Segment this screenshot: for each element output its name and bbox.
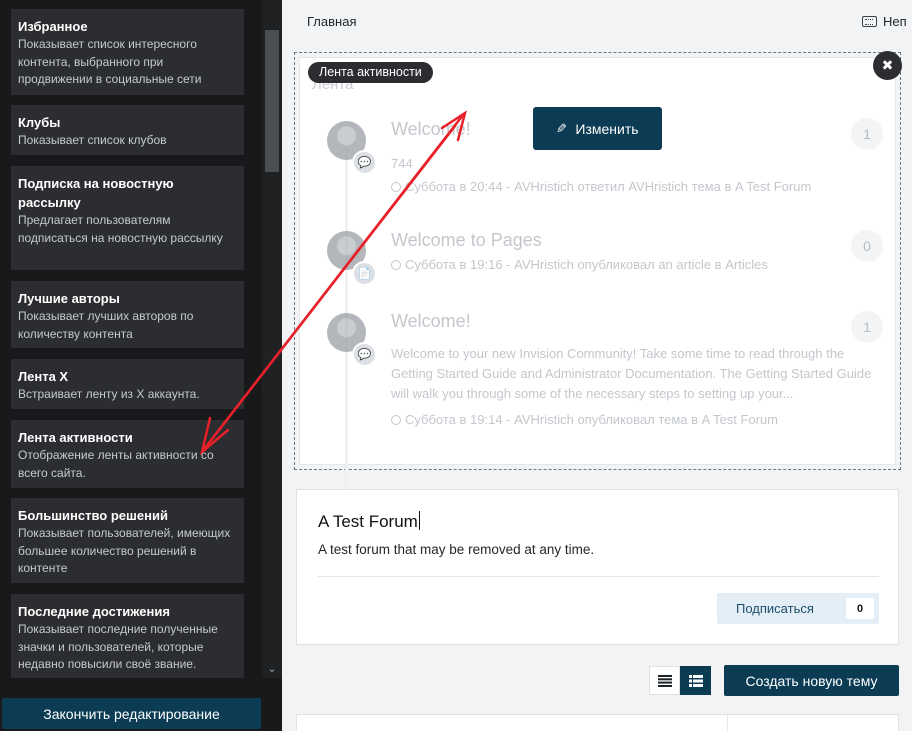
follower-count: 0 bbox=[846, 598, 874, 619]
forum-description: A test forum that may be removed at any … bbox=[318, 542, 595, 557]
block-desc: Показывает лучших авторов по количеству … bbox=[18, 309, 194, 341]
block-desc: Показывает список интересного контента, … bbox=[18, 37, 202, 86]
keyboard-icon bbox=[862, 16, 877, 27]
block-title: Подписка на новостную рассылку bbox=[18, 176, 174, 210]
feed-item-meta-text: Суббота в 19:14 - AVHristich опубликовал… bbox=[405, 412, 779, 427]
unread-link[interactable]: Неп bbox=[862, 14, 907, 29]
block-item-featured[interactable]: Избранное Показывает список интересного … bbox=[11, 9, 244, 95]
block-desc: Отображение ленты активности со всего са… bbox=[18, 448, 214, 480]
block-list: Избранное Показывает список интересного … bbox=[0, 0, 262, 678]
block-item-clubs[interactable]: Клубы Показывает список клубов bbox=[11, 105, 244, 155]
reply-count: 1 bbox=[851, 118, 883, 150]
list-view-icon[interactable] bbox=[649, 666, 680, 695]
clock-icon bbox=[391, 260, 401, 270]
table-view-icon[interactable] bbox=[680, 666, 711, 695]
feed-item-body: Welcome to your new Invision Community! … bbox=[391, 346, 872, 401]
block-title: Последние достижения bbox=[18, 604, 170, 619]
divider bbox=[318, 576, 879, 577]
finish-editing-button[interactable]: Закончить редактирование bbox=[2, 698, 261, 729]
forum-title-wrap[interactable]: A Test Forum bbox=[318, 511, 420, 532]
divider bbox=[727, 715, 728, 731]
block-desc: Встраивает ленту из X аккаунта. bbox=[18, 387, 200, 401]
block-title: Лучшие авторы bbox=[18, 291, 120, 306]
sidebar-scrollbar[interactable]: ⌄ bbox=[262, 0, 282, 678]
widget-name-tag: Лента активности bbox=[308, 62, 433, 83]
unread-label: Неп bbox=[883, 14, 907, 29]
feed-item-title[interactable]: Welcome to Pages bbox=[391, 230, 542, 251]
block-item-activity-feed[interactable]: Лента активности Отображение ленты актив… bbox=[11, 420, 244, 488]
comment-icon: 💬 bbox=[352, 342, 377, 367]
topic-list-panel bbox=[296, 714, 899, 731]
feed-item-meta-text: Суббота в 20:44 - AVHristich ответил AVH… bbox=[405, 179, 812, 194]
follow-label: Подписаться bbox=[736, 601, 814, 616]
document-icon: 📄 bbox=[352, 261, 377, 286]
text-cursor bbox=[418, 511, 420, 530]
feed-item-meta: Суббота в 19:16 - AVHristich опубликовал… bbox=[391, 257, 768, 272]
reply-count: 1 bbox=[851, 311, 883, 343]
breadcrumb[interactable]: Главная bbox=[307, 14, 356, 29]
reply-count: 0 bbox=[851, 230, 883, 262]
forum-title: A Test Forum bbox=[318, 512, 418, 531]
feed-item-meta: Суббота в 19:14 - AVHristich опубликовал… bbox=[391, 412, 778, 427]
block-title: Лента активности bbox=[18, 430, 133, 445]
block-item-newsletter[interactable]: Подписка на новостную рассылку Предлагае… bbox=[11, 166, 244, 270]
block-title: Большинство решений bbox=[18, 508, 168, 523]
block-manager-sidebar: Избранное Показывает список интересного … bbox=[0, 0, 282, 731]
block-title: Избранное bbox=[18, 19, 88, 34]
block-title: Клубы bbox=[18, 115, 61, 130]
close-icon[interactable]: ✖ bbox=[873, 51, 902, 80]
chevron-down-icon[interactable]: ⌄ bbox=[262, 660, 282, 678]
block-item-x-feed[interactable]: Лента X Встраивает ленту из X аккаунта. bbox=[11, 359, 244, 409]
feed-item-meta: Суббота в 20:44 - AVHristich ответил AVH… bbox=[391, 179, 811, 194]
clock-icon bbox=[391, 415, 401, 425]
block-item-most-solutions[interactable]: Большинство решений Показывает пользоват… bbox=[11, 498, 244, 583]
feed-item-title[interactable]: Welcome! bbox=[391, 119, 471, 140]
edit-widget-button[interactable]: ✎ Изменить bbox=[533, 107, 662, 150]
block-desc: Показывает пользователей, имеющих больше… bbox=[18, 526, 231, 575]
edit-widget-label: Изменить bbox=[575, 120, 639, 137]
block-item-top-authors[interactable]: Лучшие авторы Показывает лучших авторов … bbox=[11, 281, 244, 348]
block-desc: Предлагает пользователям подписаться на … bbox=[18, 213, 223, 245]
feed-item-meta-text: Суббота в 19:16 - AVHristich опубликовал… bbox=[405, 257, 768, 272]
feed-item-body: 744 bbox=[391, 156, 413, 171]
block-desc: Показывает последние полученные значки и… bbox=[18, 622, 218, 671]
feed-item-title[interactable]: Welcome! bbox=[391, 311, 471, 332]
follow-button[interactable]: Подписаться 0 bbox=[717, 593, 879, 624]
comment-icon: 💬 bbox=[352, 150, 377, 175]
create-topic-button[interactable]: Создать новую тему bbox=[724, 665, 899, 696]
block-title: Лента X bbox=[18, 369, 69, 384]
clock-icon bbox=[391, 182, 401, 192]
forum-header-box: A Test Forum A test forum that may be re… bbox=[296, 489, 899, 645]
pencil-icon: ✎ bbox=[556, 120, 568, 136]
scroll-thumb[interactable] bbox=[265, 30, 279, 172]
block-desc: Показывает список клубов bbox=[18, 133, 167, 147]
main-content: Главная Неп Лента 💬 Welcome! 1 744 Суббо… bbox=[282, 0, 912, 731]
block-item-recent-achievements[interactable]: Последние достижения Показывает последни… bbox=[11, 594, 244, 678]
